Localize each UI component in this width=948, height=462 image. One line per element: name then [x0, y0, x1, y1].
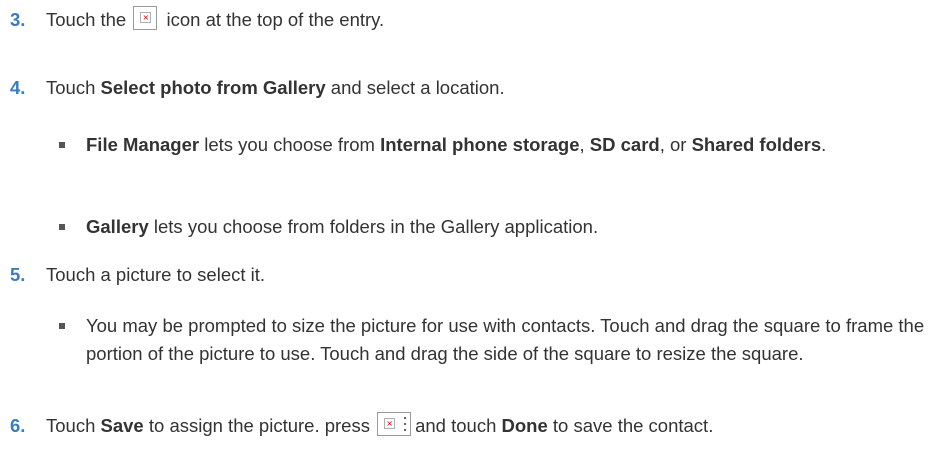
bullet-icon [59, 323, 65, 329]
menu-icon: × [377, 412, 412, 437]
step-text: Touch a picture to select it. [46, 264, 266, 285]
broken-image-icon: × [133, 6, 158, 31]
list-item-file-manager: File Manager lets you choose from Intern… [59, 131, 938, 159]
bullet-icon [59, 142, 65, 148]
step-text: Touch Select photo from Gallery and sele… [46, 77, 505, 98]
step-text: Touch the × icon at the top of the entry… [46, 6, 938, 32]
step-number: 4. [10, 77, 26, 98]
list-item-gallery: Gallery lets you choose from folders in … [59, 213, 938, 241]
step-text-part: Touch the [46, 9, 127, 30]
step-number: 3. [10, 9, 26, 30]
step-text: Touch Save to assign the picture. press … [46, 412, 938, 438]
bullet-icon [59, 224, 65, 230]
step-number: 6. [10, 415, 26, 436]
list-item-resize: You may be prompted to size the picture … [59, 312, 938, 368]
step-text-part: icon at the top of the entry. [166, 9, 385, 30]
step-number: 5. [10, 264, 26, 285]
